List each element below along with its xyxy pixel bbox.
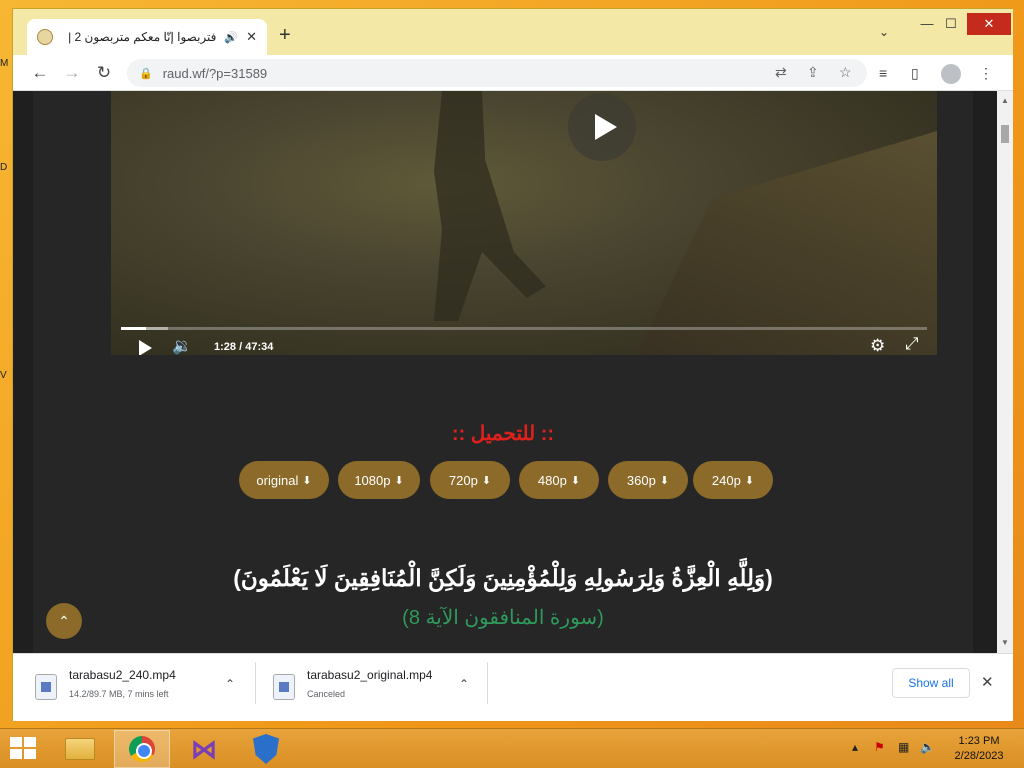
media-control-icon[interactable]: ≡ xyxy=(879,65,887,81)
download-item[interactable]: tarabasu2_240.mp4 14.2/89.7 MB, 7 mins l… xyxy=(35,662,245,714)
new-tab-button[interactable]: + xyxy=(279,25,291,45)
download-heading: :: للتحميل :: xyxy=(451,423,555,445)
browser-toolbar: ← → ↻ 🔒 raud.wf/?p=31589 ⇄ ⇪ ☆ ≡ ▯ ⋮ xyxy=(13,55,1013,91)
network-icon[interactable]: ▦ xyxy=(898,740,909,754)
windows-logo-icon xyxy=(10,749,22,759)
lock-icon[interactable]: 🔒 xyxy=(139,67,153,80)
download-icon: ⬇ xyxy=(570,474,581,487)
video-file-icon xyxy=(35,674,57,700)
download-240p-button[interactable]: 240p ⬇ xyxy=(693,461,773,499)
scroll-to-top-button[interactable]: ⌃ xyxy=(46,603,82,639)
maximize-button[interactable]: ☐ xyxy=(935,13,967,35)
download-filename: tarabasu2_original.mp4 xyxy=(307,668,433,682)
site-favicon-icon xyxy=(37,29,53,45)
folder-icon xyxy=(65,738,95,760)
clock-date: 2/28/2023 xyxy=(954,750,1004,762)
back-button[interactable]: ← xyxy=(29,62,51,84)
share-icon[interactable]: ⇪ xyxy=(807,64,819,81)
forward-button[interactable]: → xyxy=(61,62,83,84)
action-center-flag-icon[interactable]: ⚑ xyxy=(874,740,885,754)
close-window-button[interactable]: ✕ xyxy=(967,13,1011,35)
title-bar: فتربصوا إنّا معكم متربصون 2 | 🔊 ✕ + ⌄ — … xyxy=(13,9,1013,55)
bookmark-star-icon[interactable]: ☆ xyxy=(839,64,852,81)
desktop-icon-label: D xyxy=(0,162,8,173)
desktop-icon-label: V xyxy=(0,370,7,381)
file-explorer-taskbar-button[interactable] xyxy=(52,730,108,768)
big-play-button[interactable] xyxy=(568,93,636,161)
defender-taskbar-button[interactable] xyxy=(238,730,294,768)
download-item[interactable]: tarabasu2_original.mp4 Canceled ⌃ xyxy=(273,662,483,714)
volume-icon[interactable]: 🔉 xyxy=(172,336,192,355)
video-time: 1:28 / 47:34 xyxy=(214,341,274,353)
download-480p-button[interactable]: 480p ⬇ xyxy=(519,461,599,499)
download-status: Canceled xyxy=(307,689,346,699)
play-icon[interactable] xyxy=(139,340,152,355)
tab-title: فتربصوا إنّا معكم متربصون 2 | xyxy=(68,30,217,44)
taskbar-clock[interactable]: 1:23 PM 2/28/2023 xyxy=(944,734,1014,764)
scroll-up-arrow-icon[interactable]: ▲ xyxy=(997,93,1013,109)
video-progress-bar[interactable] xyxy=(121,327,927,330)
browser-window: فتربصوا إنّا معكم متربصون 2 | 🔊 ✕ + ⌄ — … xyxy=(12,8,1013,721)
download-icon: ⬇ xyxy=(659,474,670,487)
volume-icon[interactable]: 🔈 xyxy=(920,740,935,754)
scroll-down-arrow-icon[interactable]: ▼ xyxy=(997,635,1013,651)
windows-taskbar: ⋈ ▴ ⚑ ▦ 🔈 1:23 PM 2/28/2023 xyxy=(0,728,1024,768)
video-frame-figure xyxy=(434,91,546,321)
video-file-icon xyxy=(273,674,295,700)
address-bar[interactable]: 🔒 raud.wf/?p=31589 ⇄ ⇪ ☆ xyxy=(127,59,867,87)
windows-logo-icon xyxy=(10,737,22,747)
download-1080p-button[interactable]: 1080p ⬇ xyxy=(338,461,420,499)
browser-tab[interactable]: فتربصوا إنّا معكم متربصون 2 | 🔊 ✕ xyxy=(27,19,267,55)
video-player[interactable]: 🔉 1:28 / 47:34 ⚙ ⤢ xyxy=(111,91,937,355)
quran-verse: (وَلِلَّهِ الْعِزَّةُ وَلِرَسُولِهِ وَلِ… xyxy=(233,565,773,591)
show-hidden-icons-chevron-icon[interactable]: ▴ xyxy=(852,740,858,754)
windows-logo-icon xyxy=(24,749,36,759)
chevron-up-icon[interactable]: ⌃ xyxy=(459,677,469,691)
close-tab-icon[interactable]: ✕ xyxy=(246,29,257,45)
scrollbar-thumb[interactable] xyxy=(1001,125,1009,143)
url-text[interactable]: raud.wf/?p=31589 xyxy=(163,66,267,81)
divider xyxy=(487,662,488,704)
divider xyxy=(255,662,256,704)
profile-avatar[interactable] xyxy=(941,64,961,84)
download-icon: ⬇ xyxy=(394,474,404,487)
page-content: 🔉 1:28 / 47:34 ⚙ ⤢ :: للتحميل :: origina… xyxy=(33,91,973,653)
side-panel-icon[interactable]: ▯ xyxy=(911,65,919,82)
windows-start-button[interactable] xyxy=(10,737,38,761)
verse-reference: (سورة المنافقون الآية 8) xyxy=(402,607,604,629)
visual-studio-taskbar-button[interactable]: ⋈ xyxy=(176,730,232,768)
settings-gear-icon[interactable]: ⚙ xyxy=(870,336,885,355)
download-icon: ⬇ xyxy=(744,474,755,487)
show-all-downloads-button[interactable]: Show all xyxy=(892,668,970,698)
windows-logo-icon xyxy=(24,737,36,747)
download-720p-button[interactable]: 720p ⬇ xyxy=(430,461,510,499)
played-bar xyxy=(121,327,146,330)
reload-button[interactable]: ↻ xyxy=(93,62,115,84)
chevron-up-icon[interactable]: ⌃ xyxy=(225,677,235,691)
tab-search-chevron-icon[interactable]: ⌄ xyxy=(879,25,889,39)
translate-icon[interactable]: ⇄ xyxy=(775,64,787,81)
menu-kebab-icon[interactable]: ⋮ xyxy=(979,65,993,82)
visual-studio-icon: ⋈ xyxy=(191,733,217,764)
desktop-icon-label: M xyxy=(0,58,9,69)
web-page: 🔉 1:28 / 47:34 ⚙ ⤢ :: للتحميل :: origina… xyxy=(13,91,997,653)
download-360p-button[interactable]: 360p ⬇ xyxy=(608,461,688,499)
page-scrollbar[interactable]: ▲ ▼ xyxy=(997,91,1013,653)
chrome-taskbar-button[interactable] xyxy=(114,730,170,768)
speaker-icon[interactable]: 🔊 xyxy=(224,31,238,44)
download-status: 14.2/89.7 MB, 7 mins left xyxy=(69,689,169,699)
shield-icon xyxy=(253,734,279,764)
clock-time: 1:23 PM xyxy=(958,735,1000,747)
video-frame-hill xyxy=(637,131,937,355)
download-filename: tarabasu2_240.mp4 xyxy=(69,668,176,682)
download-icon: ⬇ xyxy=(302,474,312,487)
download-icon: ⬇ xyxy=(481,474,492,487)
download-original-button[interactable]: original ⬇ xyxy=(239,461,329,499)
close-downloads-bar-icon[interactable]: ✕ xyxy=(981,673,994,691)
chrome-icon xyxy=(129,736,155,762)
downloads-bar: tarabasu2_240.mp4 14.2/89.7 MB, 7 mins l… xyxy=(13,653,1013,721)
fullscreen-icon[interactable]: ⤢ xyxy=(905,334,919,354)
